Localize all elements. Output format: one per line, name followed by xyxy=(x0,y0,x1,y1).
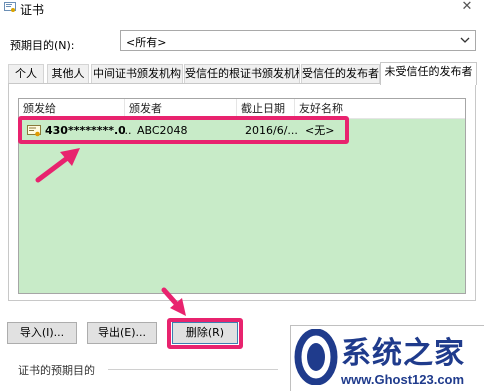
window-title: 证书 xyxy=(20,3,45,17)
purpose-select[interactable]: <所有> xyxy=(120,30,476,51)
watermark-url: www.Ghost123.com xyxy=(341,372,465,387)
highlight-box-remove xyxy=(167,318,243,349)
import-button[interactable]: 导入(I)... xyxy=(7,322,77,344)
tab-personal[interactable]: 个人 xyxy=(8,64,44,84)
divider xyxy=(108,369,278,370)
store-tabs: 个人 其他人 中间证书颁发机构 受信任的根证书颁发机构 受信任的发布者 未受信任… xyxy=(8,62,478,85)
close-icon[interactable]: ✕ xyxy=(460,0,474,14)
watermark-title: 系统之家 xyxy=(341,336,465,371)
tab-trusted-publishers[interactable]: 受信任的发布者 xyxy=(301,64,380,84)
purposes-section-label: 证书的预期目的 xyxy=(18,364,95,377)
purpose-label: 预期目的(N): xyxy=(10,39,75,52)
certificate-icon xyxy=(4,2,16,12)
watermark-logo xyxy=(294,329,338,385)
purpose-selected-value: <所有> xyxy=(126,36,167,49)
tab-other-people[interactable]: 其他人 xyxy=(47,64,89,84)
tab-untrusted-publishers[interactable]: 未受信任的发布者 xyxy=(380,62,477,85)
watermark: 系统之家 www.Ghost123.com xyxy=(290,325,484,391)
export-button[interactable]: 导出(E)... xyxy=(87,322,157,344)
tab-trusted-root-ca[interactable]: 受信任的根证书颁发机构 xyxy=(184,64,300,84)
title-bar: 证书 ✕ xyxy=(0,0,484,18)
chevron-down-icon[interactable] xyxy=(457,32,473,49)
highlight-box-row xyxy=(18,116,349,144)
tab-intermediate-ca[interactable]: 中间证书颁发机构 xyxy=(91,64,183,84)
